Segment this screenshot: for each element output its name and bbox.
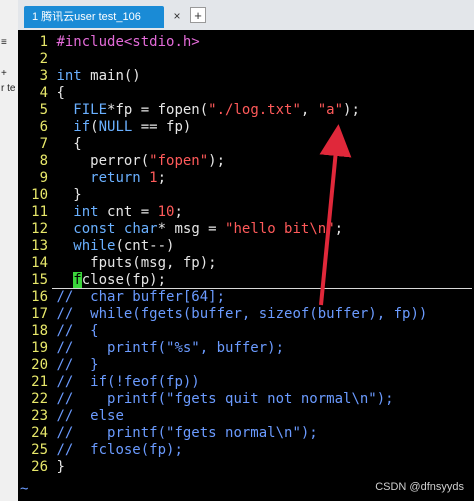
annotation-arrow — [319, 124, 352, 306]
arrow-shaft — [319, 124, 352, 306]
